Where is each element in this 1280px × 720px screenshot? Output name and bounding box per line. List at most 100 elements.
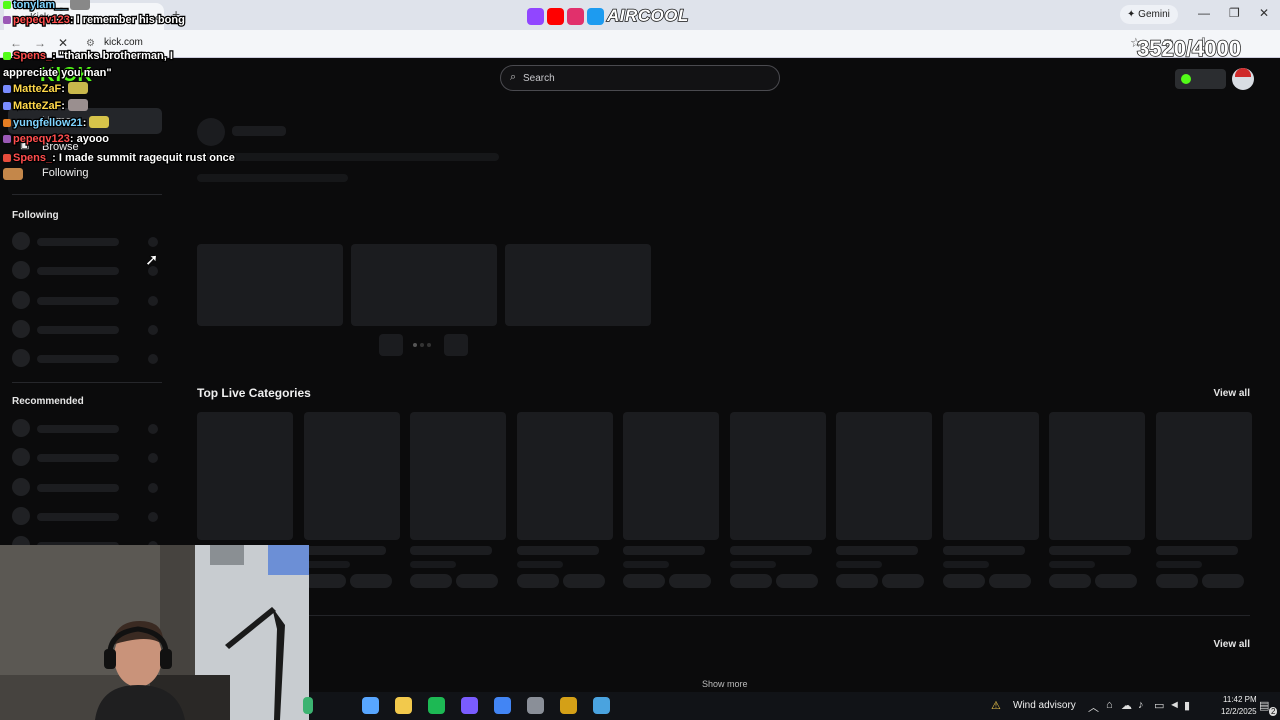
channel-skeleton-row bbox=[12, 232, 162, 252]
youtube-icon bbox=[547, 7, 564, 25]
search-icon: ⌕ bbox=[510, 71, 517, 83]
chat-username: pepeqv123 bbox=[12, 132, 71, 147]
category-viewers-skeleton bbox=[1155, 561, 1202, 568]
category-card-skeleton[interactable] bbox=[1049, 412, 1145, 540]
network-icon[interactable]: ▭ bbox=[1154, 699, 1164, 712]
view-all-streams-link[interactable]: View all bbox=[1213, 639, 1250, 650]
category-tag-skeleton[interactable] bbox=[562, 574, 605, 588]
category-tag-skeleton[interactable] bbox=[1049, 574, 1091, 588]
channel-skeleton-row bbox=[12, 419, 162, 439]
sparkle-icon: ✦ bbox=[1127, 9, 1136, 20]
category-tag-skeleton[interactable] bbox=[349, 574, 392, 588]
mouse-cursor-icon: ➚ bbox=[144, 252, 159, 270]
following-heading: Following bbox=[12, 210, 59, 221]
category-card-skeleton[interactable] bbox=[303, 412, 400, 540]
category-tag-skeleton[interactable] bbox=[836, 574, 878, 588]
category-title-skeleton bbox=[1155, 546, 1238, 555]
chat-message: MatteZaF: bbox=[3, 99, 89, 113]
category-tag-skeleton[interactable] bbox=[729, 574, 772, 588]
close-window-button[interactable]: ✕ bbox=[1259, 6, 1269, 20]
cloud-icon[interactable]: ☁ bbox=[1121, 699, 1132, 712]
clock-date[interactable]: 12/2/2025 bbox=[1221, 707, 1257, 716]
carousel-card-skeleton[interactable] bbox=[197, 244, 343, 326]
category-tag-skeleton[interactable] bbox=[410, 574, 452, 588]
category-tag-skeleton[interactable] bbox=[942, 574, 985, 588]
weather-text[interactable]: Wind advisory bbox=[1013, 700, 1076, 711]
chat-username: pepeqv123 bbox=[12, 13, 71, 28]
badge-icon bbox=[3, 52, 11, 60]
search-box[interactable]: ⌕ bbox=[500, 65, 780, 91]
minimize-button[interactable]: — bbox=[1198, 6, 1210, 20]
chat-username: Spens_ bbox=[12, 151, 54, 166]
notification-icon[interactable]: ▤ bbox=[1259, 699, 1269, 712]
chat-username: tonylam__ bbox=[12, 0, 69, 12]
warning-icon: ⚠ bbox=[991, 700, 1001, 712]
category-title-skeleton bbox=[303, 546, 386, 555]
category-title-skeleton bbox=[1049, 546, 1131, 555]
microphone-icon[interactable]: ♪ bbox=[1138, 699, 1144, 711]
carousel-prev-button[interactable] bbox=[379, 334, 403, 356]
usb-icon[interactable]: ⌂ bbox=[1106, 699, 1113, 711]
notification-count: 2 bbox=[1269, 707, 1278, 716]
category-tag-skeleton[interactable] bbox=[1155, 574, 1198, 588]
channel-skeleton-row bbox=[12, 448, 162, 468]
category-card-skeleton[interactable] bbox=[836, 412, 932, 540]
taskbar-app-icon[interactable] bbox=[527, 697, 544, 714]
category-tag-skeleton[interactable] bbox=[775, 574, 818, 588]
show-more-button[interactable]: Show more bbox=[702, 679, 748, 689]
volume-icon[interactable]: ◄ bbox=[1169, 699, 1180, 711]
category-card-skeleton[interactable] bbox=[942, 412, 1039, 540]
taskbar-app-icon[interactable] bbox=[395, 697, 412, 714]
category-tag-skeleton[interactable] bbox=[623, 574, 665, 588]
category-tag-skeleton[interactable] bbox=[516, 574, 559, 588]
category-tag-skeleton[interactable] bbox=[456, 574, 498, 588]
category-viewers-skeleton bbox=[1049, 561, 1095, 568]
category-card-skeleton[interactable] bbox=[410, 412, 506, 540]
category-viewers-skeleton bbox=[836, 561, 882, 568]
taskbar-app-icon[interactable] bbox=[494, 697, 511, 714]
category-tag-skeleton[interactable] bbox=[303, 574, 346, 588]
category-viewers-skeleton bbox=[729, 561, 776, 568]
battery-icon[interactable]: ▮ bbox=[1184, 699, 1190, 712]
category-tag-skeleton[interactable] bbox=[882, 574, 924, 588]
clock-time[interactable]: 11:42 PM bbox=[1223, 695, 1257, 704]
badge-icon bbox=[3, 119, 11, 127]
badge-icon bbox=[3, 85, 11, 93]
carousel-next-button[interactable] bbox=[444, 334, 468, 356]
category-card-skeleton[interactable] bbox=[623, 412, 719, 540]
taskbar-app-icon[interactable] bbox=[428, 697, 445, 714]
gemini-button[interactable]: ✦ Gemini bbox=[1120, 5, 1178, 24]
category-viewers-skeleton bbox=[410, 561, 456, 568]
badge-icon bbox=[3, 154, 11, 162]
emote-icon bbox=[3, 168, 23, 180]
badge-icon bbox=[3, 1, 11, 9]
view-all-categories-link[interactable]: View all bbox=[1213, 388, 1250, 399]
channel-skeleton-row bbox=[12, 261, 162, 281]
brand-name: AIRCOOL bbox=[606, 5, 689, 26]
category-tag-skeleton[interactable] bbox=[988, 574, 1031, 588]
category-tag-skeleton[interactable] bbox=[669, 574, 711, 588]
aircool-brand-overlay: AIRCOOL bbox=[527, 5, 689, 27]
user-avatar[interactable] bbox=[1232, 68, 1254, 90]
category-card-skeleton[interactable] bbox=[197, 412, 293, 540]
chat-text: : bbox=[82, 116, 88, 131]
taskbar-app-icon[interactable] bbox=[461, 697, 478, 714]
restore-button[interactable]: ❐ bbox=[1229, 6, 1240, 20]
search-input[interactable] bbox=[523, 71, 763, 85]
category-card-skeleton[interactable] bbox=[516, 412, 613, 540]
stream-chat-overlay: tonylam__ pepeqv123: I remember his bong… bbox=[2, 0, 253, 185]
category-card-skeleton[interactable] bbox=[729, 412, 826, 540]
taskbar-app-icon[interactable] bbox=[560, 697, 577, 714]
taskbar-app-icon[interactable] bbox=[303, 697, 313, 714]
taskbar-app-icon[interactable] bbox=[362, 697, 379, 714]
tray-chevron-icon[interactable]: ︿ bbox=[1088, 699, 1099, 715]
category-tag-skeleton[interactable] bbox=[1095, 574, 1137, 588]
category-card-skeleton[interactable] bbox=[1155, 412, 1252, 540]
instagram-icon bbox=[567, 7, 584, 25]
carousel-card-skeleton[interactable] bbox=[505, 244, 651, 326]
category-tag-skeleton[interactable] bbox=[1201, 574, 1244, 588]
carousel-card-skeleton[interactable] bbox=[351, 244, 497, 326]
screen: Kick × + ✦ Gemini — ❐ ✕ ← → ✕ ⚙ kick.com… bbox=[0, 0, 1280, 720]
chat-username: Spens_ bbox=[12, 49, 54, 64]
taskbar-app-icon[interactable] bbox=[593, 697, 610, 714]
